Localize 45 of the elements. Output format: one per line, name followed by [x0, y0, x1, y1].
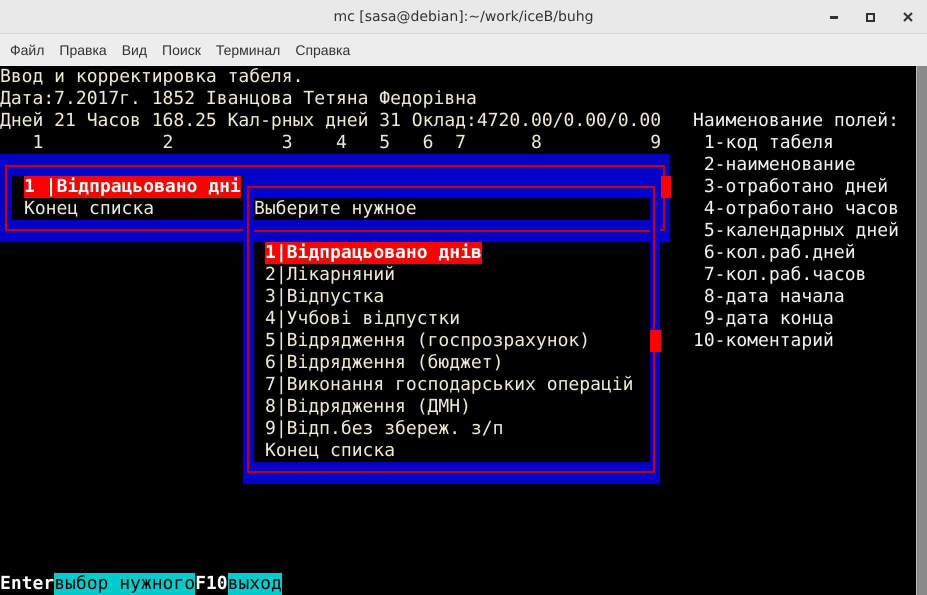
legend-item: 9-дата конца	[702, 308, 835, 330]
key-label: F10	[195, 573, 228, 595]
legend-item: 4-отработано часов	[702, 198, 900, 220]
menu-item[interactable]: Терминал	[216, 42, 288, 58]
legend-item: 6-кол.раб.дней	[702, 242, 857, 264]
legend-item: 5-календарных дней	[702, 220, 900, 242]
list-item[interactable]: Конец списка	[265, 440, 396, 462]
scroll-thumb[interactable]	[650, 330, 661, 352]
terminal-line: Дата:7.2017г. 1852 Іванцова Тетяна Федорівна	[0, 88, 478, 110]
minimize-icon[interactable]	[830, 16, 838, 18]
dialog-title: Выберите нужное	[254, 198, 650, 220]
list-item[interactable]: 9|Відп.без збереж. з/п	[265, 418, 504, 440]
list-item[interactable]: 6|Відрядження (бюджет)	[265, 352, 504, 374]
legend-title: Наименование полей:	[693, 110, 900, 132]
list-item[interactable]: 1 |Відпрацьовано дні	[24, 176, 241, 198]
close-icon[interactable]	[903, 12, 913, 22]
menu-item[interactable]: Справка	[295, 42, 358, 58]
window-title: mc [sasa@debian]:~/work/iceB/buhg	[334, 8, 594, 24]
legend-item: 1-код табеля	[702, 132, 835, 154]
list-item[interactable]: 5|Відрядження (госпрозрахунок)	[265, 330, 590, 352]
menu-item[interactable]: Правка	[59, 42, 115, 58]
legend-item: 8-дата начала	[702, 286, 846, 308]
legend-item: 2-наименование	[702, 154, 857, 176]
terminal-line: Ввод и корректировка табеля.	[0, 66, 304, 88]
key-action: выход	[228, 573, 282, 595]
menu-item[interactable]: Файл	[10, 42, 52, 58]
list-item[interactable]: 3|Відпустка	[265, 286, 384, 308]
list-item[interactable]: 2|Лікарняний	[265, 264, 396, 286]
legend-item: 7-кол.раб.часов	[702, 264, 868, 286]
scrollbar[interactable]	[916, 66, 927, 595]
menu-item[interactable]: Вид	[122, 42, 156, 58]
key-action: выбор нужного	[54, 573, 196, 595]
legend-item: 10-коментарий	[693, 330, 835, 352]
column-numbers: 1 2 3 4 5 6 7 8 9	[32, 132, 662, 154]
list-item[interactable]: 4|Учбові відпустки	[265, 308, 460, 330]
legend-item: 3-отработано дней	[702, 176, 890, 198]
scroll-thumb[interactable]	[661, 176, 671, 198]
list-item[interactable]: 1|Відпрацьовано днів	[265, 242, 482, 264]
menu-item[interactable]: Поиск	[162, 42, 209, 58]
list-item[interactable]: 7|Виконання господарських операцій	[265, 374, 634, 396]
list-item[interactable]: 8|Відрядження (ДМН)	[265, 396, 471, 418]
key-label: Enter	[0, 573, 54, 595]
maximize-icon[interactable]	[866, 12, 875, 22]
summary-line: Дней 21 Часов 168.25 Кал-рных дней 31 Оклад:4720.00/0.00/0.00	[0, 110, 662, 132]
list-item[interactable]: Конец списка	[24, 198, 243, 220]
